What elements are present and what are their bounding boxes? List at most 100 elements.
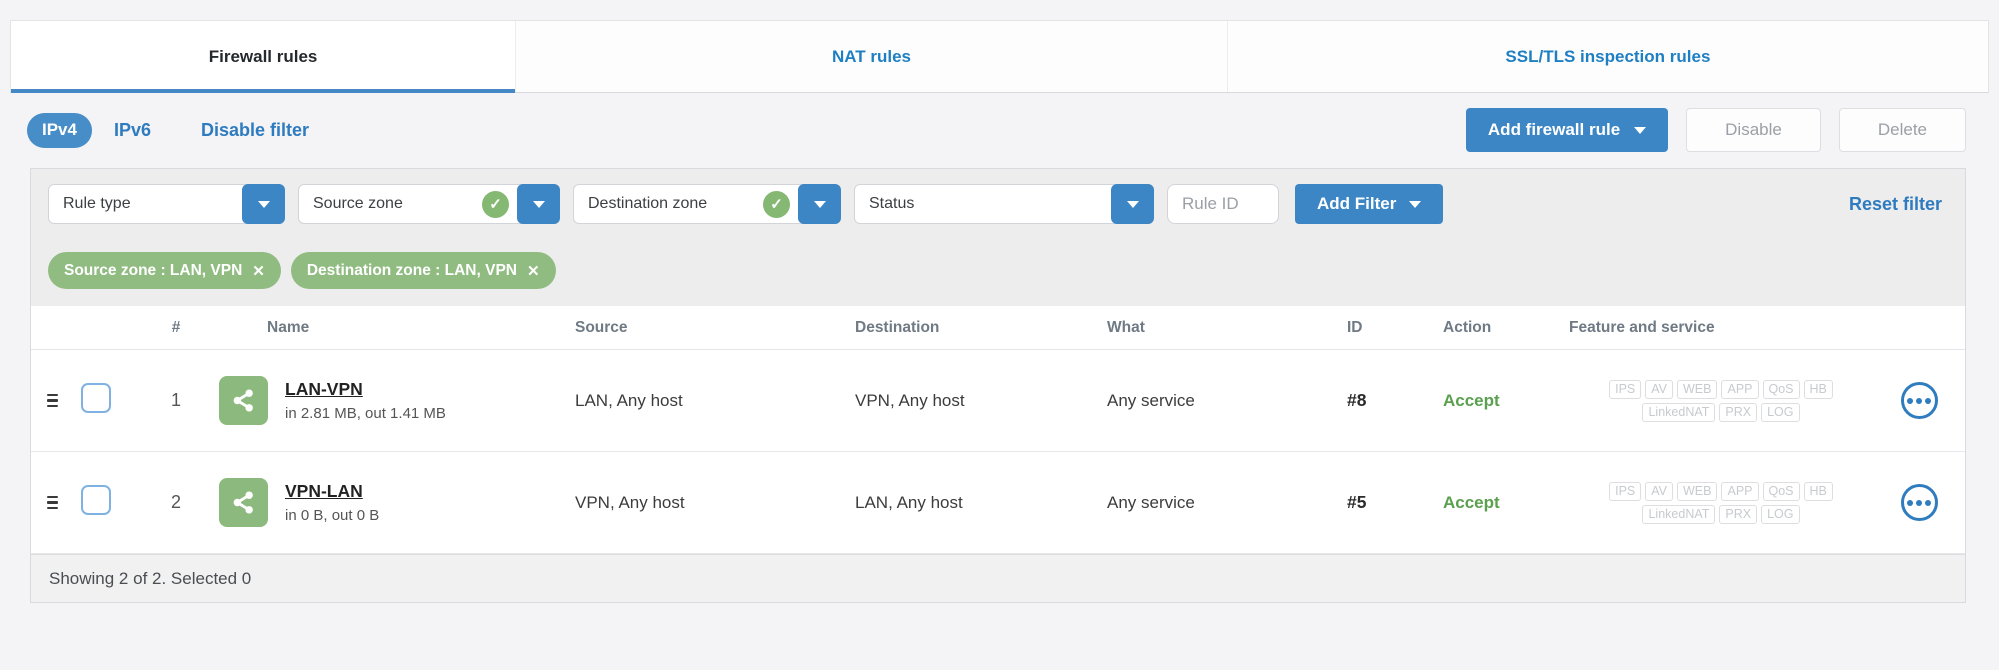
tab-label: Firewall rules	[208, 46, 318, 66]
filter-chip-destination-zone: Destination zone : LAN, VPN ✕	[290, 252, 556, 289]
add-filter-label: Add Filter	[1317, 194, 1397, 213]
table-footer: Showing 2 of 2. Selected 0	[31, 554, 1965, 602]
rule-source: LAN, Any host	[575, 390, 683, 410]
feature-badge: LinkedNAT	[1642, 504, 1716, 524]
header-number: #	[171, 318, 181, 336]
dropdown-button[interactable]	[1111, 184, 1154, 224]
delete-button[interactable]: Delete	[1838, 108, 1966, 152]
rules-table: # Name Source Destination What ID Action…	[31, 306, 1965, 554]
rule-what: Any service	[1107, 390, 1195, 410]
header-destination: Destination	[855, 318, 940, 336]
feature-badge: QoS	[1762, 481, 1800, 501]
chevron-down-icon	[1409, 200, 1422, 208]
header-feature-and-service: Feature and service	[1569, 318, 1715, 336]
header-action: Action	[1443, 318, 1492, 336]
rule-what: Any service	[1107, 492, 1195, 512]
rule-action: Accept	[1443, 390, 1500, 410]
table-header-row: # Name Source Destination What ID Action…	[31, 306, 1965, 350]
chevron-down-icon	[1126, 200, 1139, 208]
source-zone-dropdown[interactable]: Source zone ✓	[298, 184, 560, 224]
controls-row: IPv4 IPv6 Disable filter Add firewall ru…	[27, 108, 1966, 152]
dropdown-button[interactable]	[517, 184, 560, 224]
row-menu-button[interactable]	[1900, 382, 1938, 419]
feature-badge: LOG	[1761, 504, 1800, 524]
add-filter-button[interactable]: Add Filter	[1295, 184, 1444, 224]
rule-id: #8	[1347, 390, 1367, 410]
chip-label: Destination zone : LAN, VPN	[306, 261, 517, 279]
feature-badge: HB	[1803, 481, 1833, 501]
showing-status-text: Showing 2 of 2. Selected 0	[49, 568, 252, 588]
tab-firewall-rules[interactable]: Firewall rules	[11, 21, 516, 93]
feature-badge: WEB	[1677, 379, 1718, 399]
check-circle-icon: ✓	[482, 190, 509, 218]
feature-badge: AV	[1645, 481, 1673, 501]
add-firewall-rule-button[interactable]: Add firewall rule	[1465, 108, 1669, 152]
rule-id: #5	[1347, 492, 1367, 512]
firewall-rules-panel: Rule type Source zone ✓ Destination zone…	[30, 168, 1966, 603]
disable-filter-link[interactable]: Disable filter	[201, 120, 309, 141]
rule-number: 2	[170, 492, 181, 512]
rule-id-input[interactable]	[1167, 184, 1279, 224]
header-what: What	[1107, 318, 1145, 336]
rule-number: 1	[170, 390, 181, 410]
tab-ssl-tls-inspection-rules[interactable]: SSL/TLS inspection rules	[1226, 21, 1988, 92]
chevron-down-icon	[1634, 126, 1647, 134]
status-label: Status	[869, 195, 915, 212]
row-checkbox[interactable]	[81, 485, 111, 515]
row-menu-button[interactable]	[1900, 484, 1938, 521]
rule-source: VPN, Any host	[575, 492, 685, 512]
rule-tabs: Firewall rules NAT rules SSL/TLS inspect…	[10, 20, 1989, 93]
feature-badge: WEB	[1677, 481, 1718, 501]
feature-badge: APP	[1721, 379, 1759, 399]
rule-name-link[interactable]: LAN-VPN	[285, 379, 446, 400]
rule-traffic-text: in 2.81 MB, out 1.41 MB	[285, 405, 446, 422]
ipv6-toggle[interactable]: IPv6	[114, 120, 151, 141]
dropdown-button[interactable]	[242, 184, 285, 224]
rule-name-link[interactable]: VPN-LAN	[285, 481, 379, 502]
chevron-down-icon	[257, 200, 270, 208]
filter-bar: Rule type Source zone ✓ Destination zone…	[31, 169, 1965, 224]
row-checkbox[interactable]	[81, 383, 111, 413]
drag-handle-icon[interactable]	[47, 393, 58, 408]
feature-badge: IPS	[1609, 379, 1642, 399]
dropdown-button[interactable]	[798, 184, 841, 224]
feature-badge: LinkedNAT	[1642, 402, 1716, 422]
table-row: 1 LAN-VPN in 2.81 MB, out 1.41 MB LAN, A…	[31, 350, 1965, 452]
rule-type-label: Rule type	[63, 195, 131, 212]
feature-badge: PRX	[1719, 504, 1758, 524]
disable-button[interactable]: Disable	[1686, 108, 1821, 152]
tab-nat-rules[interactable]: NAT rules	[515, 21, 1227, 92]
filter-chip-source-zone: Source zone : LAN, VPN ✕	[48, 252, 281, 289]
feature-badges: IPS AV WEB APP QoS HB LinkedNAT PRX LOG	[1586, 379, 1856, 422]
table-row: 2 VPN-LAN in 0 B, out 0 B VPN, Any host …	[31, 452, 1965, 554]
rule-type-dropdown[interactable]: Rule type	[48, 184, 285, 224]
ipv4-toggle[interactable]: IPv4	[27, 112, 92, 148]
destination-zone-label: Destination zone	[588, 195, 708, 212]
remove-chip-icon[interactable]: ✕	[527, 262, 540, 280]
share-network-icon	[219, 376, 268, 425]
feature-badge: LOG	[1761, 402, 1800, 422]
filter-chips-row: Source zone : LAN, VPN ✕ Destination zon…	[31, 224, 1965, 306]
tab-label: SSL/TLS inspection rules	[1505, 46, 1711, 66]
chevron-down-icon	[532, 200, 545, 208]
feature-badge: IPS	[1609, 481, 1642, 501]
header-name: Name	[267, 318, 310, 336]
header-id: ID	[1347, 318, 1363, 336]
rule-action: Accept	[1443, 492, 1500, 512]
feature-badge: APP	[1721, 481, 1759, 501]
feature-badge: PRX	[1719, 402, 1758, 422]
add-firewall-rule-label: Add firewall rule	[1487, 120, 1621, 139]
source-zone-label: Source zone	[313, 195, 403, 212]
chip-label: Source zone : LAN, VPN	[64, 261, 243, 279]
check-circle-icon: ✓	[763, 190, 790, 218]
feature-badge: AV	[1645, 379, 1673, 399]
share-network-icon	[219, 478, 268, 527]
rule-destination: LAN, Any host	[855, 492, 963, 512]
reset-filter-link[interactable]: Reset filter	[1849, 194, 1948, 215]
feature-badges: IPS AV WEB APP QoS HB LinkedNAT PRX LOG	[1586, 481, 1856, 524]
drag-handle-icon[interactable]	[47, 495, 58, 510]
status-dropdown[interactable]: Status	[854, 184, 1154, 224]
feature-badge: HB	[1803, 379, 1833, 399]
destination-zone-dropdown[interactable]: Destination zone ✓	[573, 184, 841, 224]
remove-chip-icon[interactable]: ✕	[252, 262, 265, 280]
